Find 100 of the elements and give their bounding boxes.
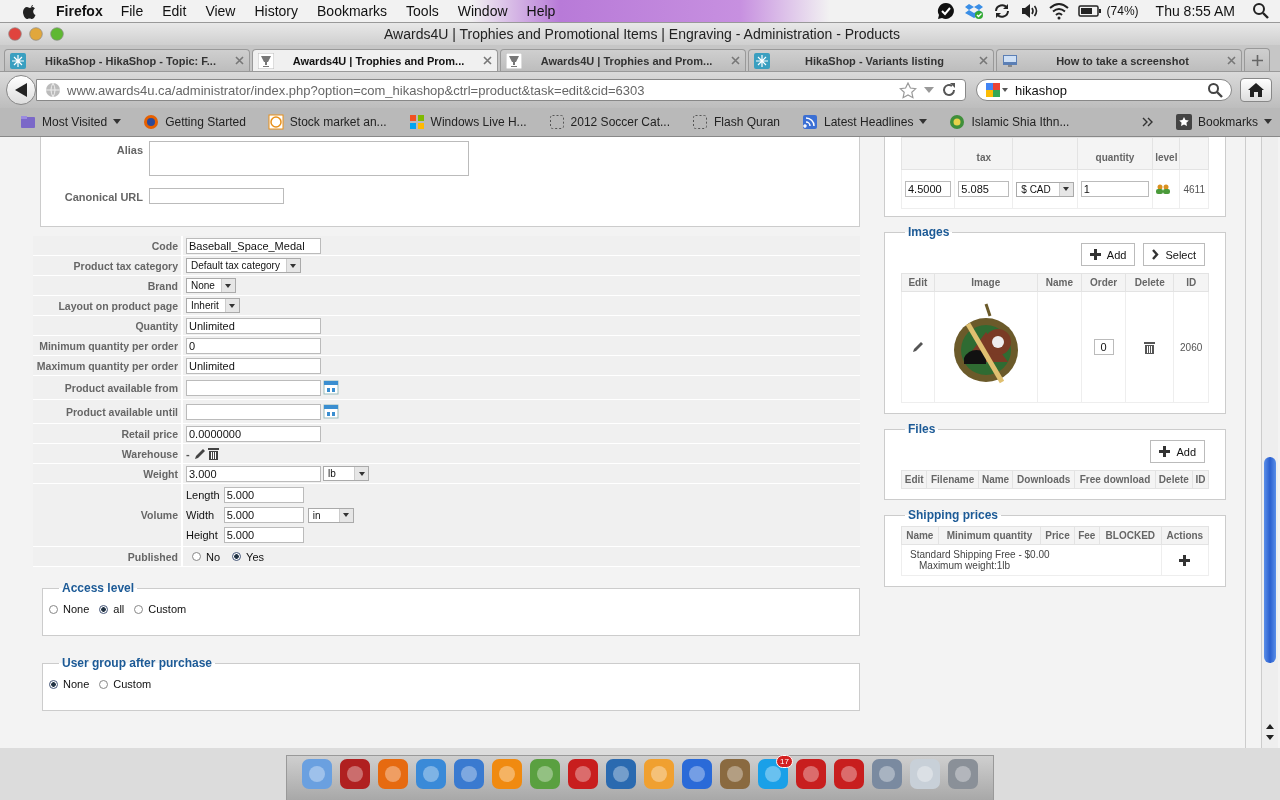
minimize-window-button[interactable] [29,27,43,41]
calendar-icon[interactable] [323,403,339,420]
text-field[interactable]: 5.000 [223,527,304,543]
chevron-icon[interactable] [1141,117,1154,127]
menu-item[interactable]: Bookmarks [317,3,388,19]
scrollbar-thumb[interactable] [1264,457,1276,663]
bookmark-item[interactable]: Getting Started [143,114,246,130]
bookmark-item[interactable]: Most Visited [20,114,122,130]
back-button[interactable] [6,75,36,105]
text-field[interactable]: Unlimited [186,357,321,374]
dropdown-arrow-icon[interactable] [923,86,935,94]
close-window-button[interactable] [8,27,22,41]
menu-item[interactable]: Help [526,3,556,19]
box-check-icon[interactable] [963,2,984,20]
dropdown[interactable]: None [186,278,236,293]
app-icon[interactable] [453,758,485,790]
add-button[interactable]: Add [1150,440,1205,463]
radio-button[interactable] [49,679,58,689]
app-icon[interactable] [681,758,713,790]
menu-item[interactable]: Edit [162,3,187,19]
bookmark-item[interactable]: Islamic Shia Ithn... [949,114,1070,130]
text-field[interactable]: 5.000 [223,487,304,503]
speaker-icon[interactable] [1019,2,1040,20]
dropdown[interactable]: in [307,507,354,523]
dropdown[interactable]: Default tax category [186,258,301,273]
date-field[interactable] [186,403,321,420]
app-icon[interactable] [947,758,979,790]
browser-tab[interactable]: Awards4U | Trophies and Prom... [500,49,746,71]
app-icon[interactable] [339,758,371,790]
dropdown[interactable]: $ CAD [1016,181,1074,197]
search-icon[interactable] [1252,2,1270,20]
trash-icon[interactable] [1144,340,1156,354]
radio-button[interactable] [99,604,109,614]
radio-label[interactable]: None [63,678,90,690]
app-icon[interactable] [377,758,409,790]
radio-button[interactable] [192,552,201,561]
bookmark-item[interactable]: Stock market an... [267,114,387,130]
browser-tab[interactable]: HikaShop - HikaShop - Topic: F... [4,49,250,71]
radio-label[interactable]: Custom [148,603,187,615]
bookmark-item[interactable]: Windows Live H... [408,114,527,130]
radio-label[interactable]: all [113,603,125,615]
address-bar[interactable]: www.awards4u.ca/administrator/index.php?option=com_hikashop&ctrl=product&task=edit&cid=6303 [36,79,966,101]
date-field[interactable] [186,379,321,396]
new-tab-button[interactable] [1244,48,1270,71]
close-icon[interactable] [1227,56,1236,65]
radio-button[interactable] [99,679,109,689]
pencil-icon[interactable] [911,341,924,353]
app-icon[interactable] [719,758,751,790]
radio-label[interactable]: Custom [113,678,152,690]
text-field[interactable]: 5.085 [958,181,1010,197]
menu-item[interactable]: Window [457,3,508,19]
search-icon[interactable] [1207,82,1223,98]
app-icon[interactable] [605,758,637,790]
search-engine-icon[interactable] [985,81,1009,99]
star-icon[interactable] [899,81,917,99]
app-icon[interactable] [415,758,447,790]
menu-item[interactable]: File [120,3,144,19]
text-field[interactable]: Baseball_Space_Medal [186,237,321,254]
text-field[interactable]: 0 [186,337,321,354]
sync-icon[interactable] [992,2,1011,20]
app-icon[interactable] [567,758,599,790]
menu-item[interactable]: View [205,3,236,19]
radio-button[interactable] [49,604,58,614]
browser-tab[interactable]: How to take a screenshot [996,49,1242,71]
radio-label[interactable]: No [206,550,221,563]
app-icon[interactable] [795,758,827,790]
chat-bubble-icon[interactable] [936,2,955,20]
text-field[interactable]: 4.5000 [905,181,952,197]
app-menu[interactable]: Firefox [56,3,103,19]
app-icon[interactable] [529,758,561,790]
close-icon[interactable] [979,56,988,65]
search-field[interactable]: hikashop [976,79,1232,101]
text-field[interactable]: 0.0000000 [186,425,321,442]
trash-icon[interactable] [207,447,219,460]
app-icon[interactable] [833,758,865,790]
menu-item[interactable]: History [254,3,299,19]
radio-button[interactable] [232,552,242,561]
radio-label[interactable]: None [63,603,90,615]
close-icon[interactable] [483,56,492,65]
bookmark-item[interactable]: Flash Quran [692,114,780,130]
plus-icon[interactable] [1179,554,1191,566]
browser-tab[interactable]: HikaShop - Variants listing [748,49,994,71]
text-field[interactable]: 1 [1080,181,1150,197]
bookmarks-menu[interactable]: Bookmarks [1175,114,1272,130]
zoom-window-button[interactable] [50,27,64,41]
home-button[interactable] [1240,78,1272,102]
order-field[interactable]: 0 [1093,339,1114,355]
calendar-icon[interactable] [323,379,339,396]
reload-icon[interactable] [941,82,957,98]
close-icon[interactable] [235,56,244,65]
app-icon[interactable] [757,758,789,790]
bookmark-item[interactable]: Latest Headlines [802,114,928,130]
menu-item[interactable]: Tools [406,3,439,19]
select-button[interactable]: Select [1143,243,1205,266]
text-field[interactable] [149,188,284,204]
radio-label[interactable]: Yes [246,550,264,563]
close-icon[interactable] [731,56,740,65]
battery-icon[interactable] [1077,4,1102,18]
radio-button[interactable] [134,604,144,614]
dropdown[interactable]: lb [323,466,369,481]
